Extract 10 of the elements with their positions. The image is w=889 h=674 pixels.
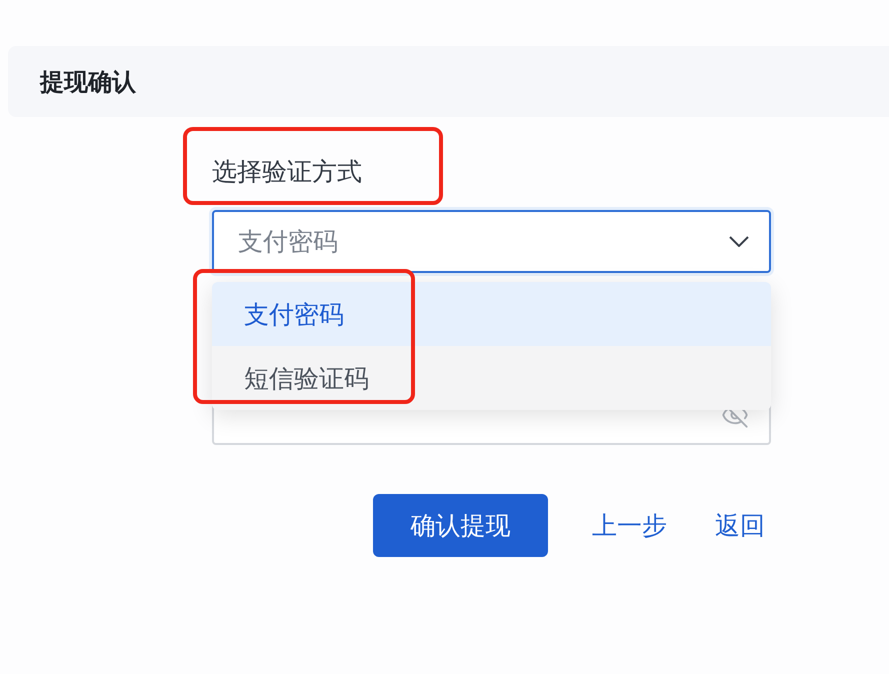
- dropdown-option[interactable]: 支付密码: [212, 282, 771, 346]
- method-select[interactable]: 支付密码: [212, 210, 771, 273]
- page-title: 提现确认: [40, 66, 136, 98]
- chevron-down-icon: [729, 236, 749, 247]
- text-link[interactable]: 上一步: [588, 509, 671, 542]
- confirm-button[interactable]: 确认提现: [373, 494, 548, 557]
- dropdown-option[interactable]: 短信验证码: [212, 346, 771, 410]
- field-label: 选择验证方式: [212, 156, 363, 188]
- text-link[interactable]: 返回: [711, 509, 769, 542]
- select-value: 支付密码: [238, 226, 338, 258]
